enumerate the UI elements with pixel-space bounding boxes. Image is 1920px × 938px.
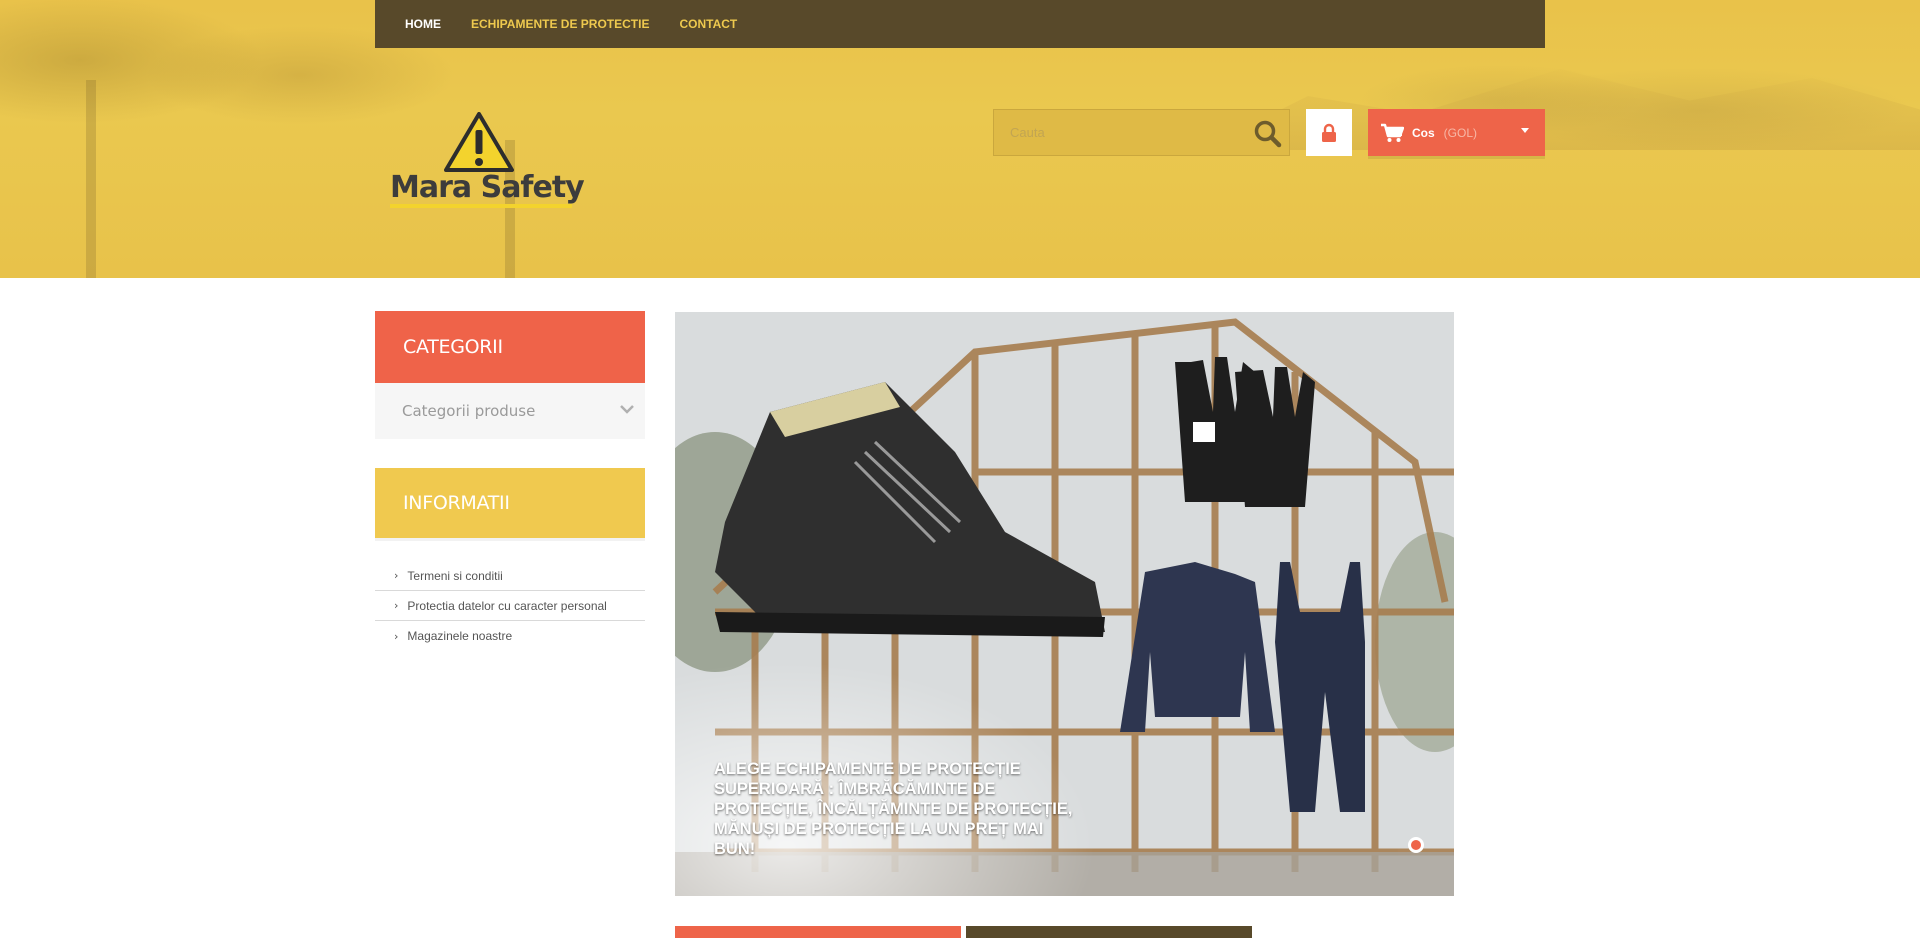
info-link-privacy[interactable]: Protectia datelor cu caracter personal xyxy=(407,599,606,613)
information-header: INFORMATII xyxy=(375,468,645,538)
nav-item-echipamente[interactable]: ECHIPAMENTE DE PROTECTIE xyxy=(471,17,649,31)
search-button[interactable] xyxy=(1253,119,1283,149)
chevron-right-icon: › xyxy=(394,629,399,643)
chevron-right-icon: › xyxy=(394,599,399,612)
chevron-right-icon: › xyxy=(394,569,399,582)
slider-dot-active[interactable] xyxy=(1408,837,1424,853)
bottom-tab-2[interactable] xyxy=(966,926,1252,938)
search-icon xyxy=(1254,120,1282,148)
information-links: › Termeni si conditii › Protectia datelo… xyxy=(375,561,645,651)
information-title: INFORMATII xyxy=(403,492,510,514)
chevron-down-icon xyxy=(1521,128,1529,133)
hero-slider[interactable]: ALEGE ECHIPAMENTE DE PROTECȚIE SUPERIOAR… xyxy=(675,312,1454,896)
lock-icon xyxy=(1322,123,1336,142)
categories-dropdown-value: Categorii produse xyxy=(402,402,536,420)
background-pole xyxy=(86,80,96,278)
search-box xyxy=(993,109,1290,156)
info-link-stores[interactable]: Magazinele noastre xyxy=(407,629,512,643)
warning-sign-icon xyxy=(444,112,514,172)
categories-header: CATEGORII xyxy=(375,311,645,383)
cart-label: Cos xyxy=(1412,125,1435,140)
list-item: › Magazinele noastre xyxy=(375,621,645,651)
logo-text: Mara Safety xyxy=(390,170,585,205)
categories-title: CATEGORII xyxy=(403,336,503,358)
login-button[interactable] xyxy=(1306,109,1352,156)
nav-item-contact[interactable]: CONTACT xyxy=(679,17,737,31)
categories-dropdown[interactable]: Categorii produse xyxy=(375,383,645,439)
chevron-down-icon xyxy=(620,405,634,414)
logo-underline xyxy=(390,204,572,208)
nav-item-home[interactable]: HOME xyxy=(405,17,441,31)
cart-icon xyxy=(1381,123,1404,142)
search-input[interactable] xyxy=(994,110,1244,155)
site-logo[interactable]: Mara Safety xyxy=(390,112,585,210)
site-header: HOME ECHIPAMENTE DE PROTECTIE CONTACT Ma… xyxy=(0,0,1920,278)
list-item: › Protectia datelor cu caracter personal xyxy=(375,591,645,621)
cart-status: (GOL) xyxy=(1443,125,1478,140)
cart-button[interactable]: Cos (GOL) xyxy=(1368,109,1545,156)
info-link-terms[interactable]: Termeni si conditii xyxy=(407,569,502,583)
bottom-tab-1[interactable] xyxy=(675,926,961,938)
slide-caption: ALEGE ECHIPAMENTE DE PROTECȚIE SUPERIOAR… xyxy=(714,760,1073,858)
top-navigation: HOME ECHIPAMENTE DE PROTECTIE CONTACT xyxy=(375,0,1545,48)
list-item: › Termeni si conditii xyxy=(375,561,645,591)
